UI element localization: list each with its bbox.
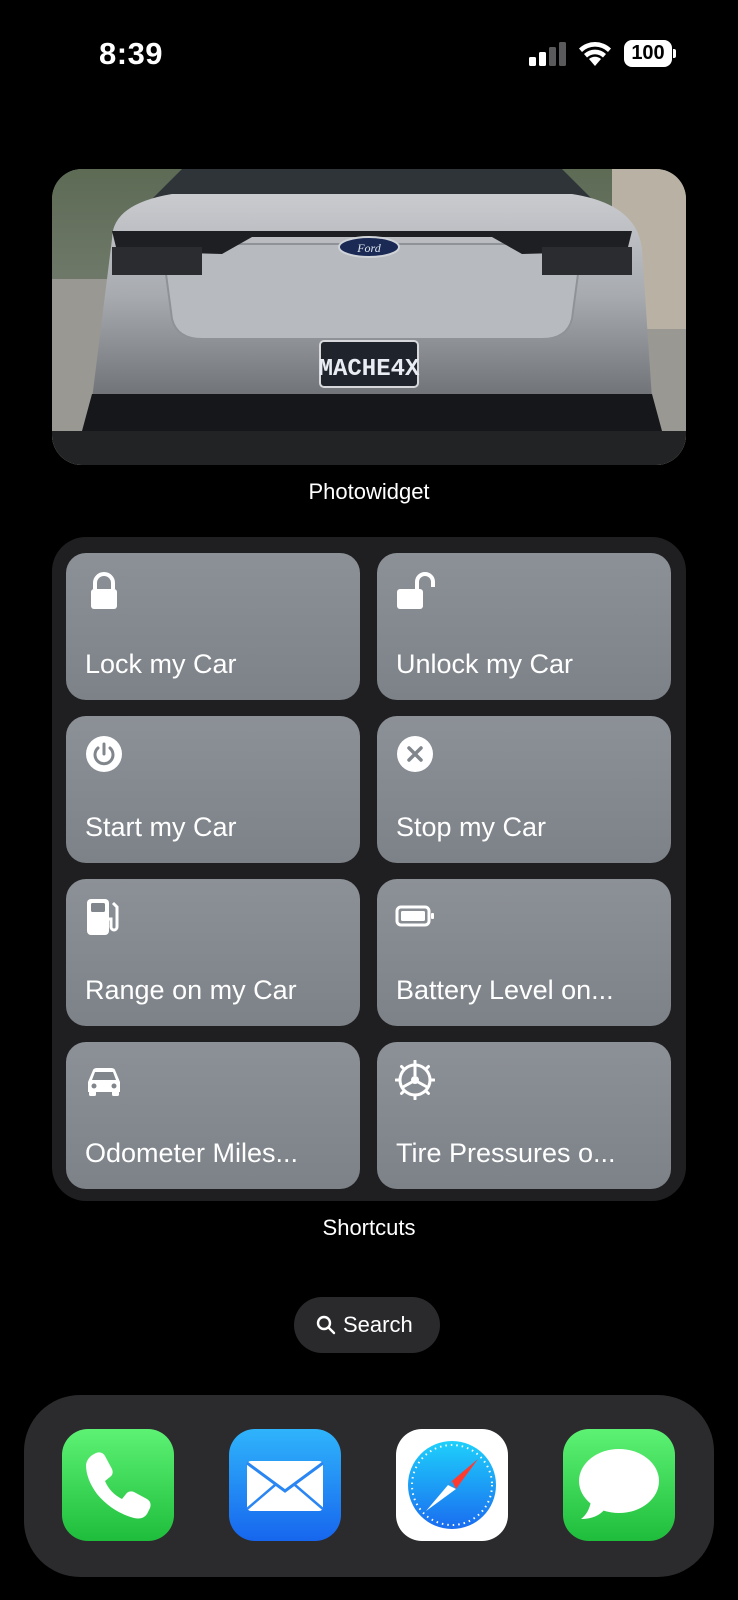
battery-icon — [395, 905, 434, 927]
messages-icon — [563, 1429, 675, 1541]
shortcut-tire-pressures[interactable]: Tire Pressures o... — [377, 1042, 671, 1189]
shortcut-label: Stop my Car — [396, 812, 547, 842]
license-plate: MACHE4X — [319, 356, 420, 383]
cellular-signal-icon — [529, 42, 566, 66]
shortcut-range-on-my-car[interactable]: Range on my Car — [66, 879, 360, 1026]
photo-widget[interactable]: Ford MACHE4X — [52, 169, 686, 465]
shortcut-label: Lock my Car — [85, 649, 237, 679]
status-bar: 8:39 100 — [0, 0, 738, 110]
status-time: 8:39 — [99, 36, 164, 71]
unlock-icon — [397, 572, 435, 609]
safari-app[interactable] — [396, 1429, 508, 1541]
shortcut-stop-my-car[interactable]: Stop my Car — [377, 716, 671, 863]
phone-app[interactable] — [62, 1429, 174, 1541]
photo-widget-label: Photowidget — [308, 479, 430, 504]
steering-wheel-icon — [395, 1060, 435, 1100]
search-icon — [316, 1315, 336, 1335]
spotlight-search-button[interactable]: Search — [294, 1297, 440, 1353]
shortcut-label: Range on my Car — [85, 975, 297, 1005]
shortcut-label: Unlock my Car — [396, 649, 574, 679]
fuel-pump-icon — [87, 899, 119, 935]
shortcuts-widget-label: Shortcuts — [322, 1215, 416, 1240]
shortcut-odometer-miles[interactable]: Odometer Miles... — [66, 1042, 360, 1189]
safari-icon — [396, 1429, 508, 1541]
power-icon — [86, 736, 122, 772]
shortcut-label: Odometer Miles... — [85, 1138, 299, 1168]
x-circle-icon — [397, 736, 433, 772]
battery-percent: 100 — [631, 42, 665, 64]
lock-icon — [91, 572, 117, 609]
shortcut-unlock-my-car[interactable]: Unlock my Car — [377, 553, 671, 700]
phone-icon — [62, 1429, 174, 1541]
wifi-icon — [579, 42, 611, 66]
battery-indicator: 100 — [624, 40, 676, 68]
ford-badge: Ford — [356, 241, 382, 255]
shortcut-label: Start my Car — [85, 812, 237, 842]
mail-app[interactable] — [229, 1429, 341, 1541]
mail-icon — [229, 1429, 341, 1541]
shortcut-start-my-car[interactable]: Start my Car — [66, 716, 360, 863]
shortcut-label: Battery Level on... — [396, 975, 614, 1005]
search-label: Search — [343, 1312, 413, 1337]
shortcut-battery-level[interactable]: Battery Level on... — [377, 879, 671, 1026]
shortcut-lock-my-car[interactable]: Lock my Car — [66, 553, 360, 700]
car-photo: Ford MACHE4X — [52, 169, 686, 465]
shortcut-label: Tire Pressures o... — [396, 1138, 616, 1168]
car-icon — [88, 1068, 120, 1096]
shortcuts-widget: Lock my Car Unlock my Car Start my Car S… — [52, 537, 686, 1201]
messages-app[interactable] — [563, 1429, 675, 1541]
dock — [24, 1395, 714, 1577]
